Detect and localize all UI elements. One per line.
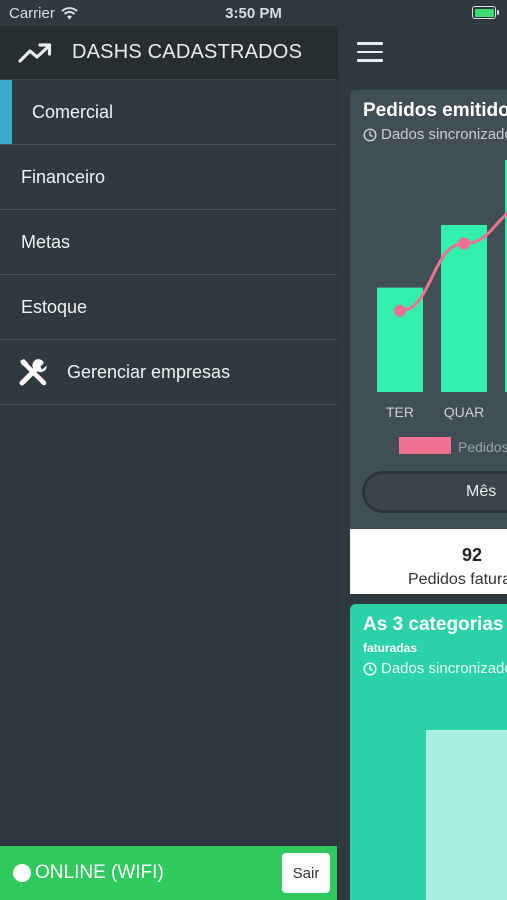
battery-icon (472, 6, 499, 19)
navigation-drawer: DASHS CADASTRADOS Comercial Financeiro M… (0, 26, 337, 900)
menu-item-label: Estoque (21, 296, 88, 317)
card-title: As 3 categorias (363, 614, 504, 635)
x-axis-label: TER (386, 404, 414, 420)
drawer-header: DASHS CADASTRADOS (0, 26, 337, 80)
stat-label: Pedidos faturados (408, 571, 507, 588)
period-selector: Mês (362, 471, 507, 513)
battery-tip (497, 10, 499, 15)
orders-chart-card: Pedidos emitidos Dados sincronizados Ped… (350, 90, 507, 529)
menu-item-gerenciar-empresas[interactable]: Gerenciar empresas (0, 340, 337, 405)
connection-footer: ONLINE (WIFI) Sair (0, 846, 337, 900)
category-bar (426, 730, 507, 900)
clock: 3:50 PM (225, 5, 282, 22)
menu-icon[interactable] (357, 42, 383, 62)
drawer-title: DASHS CADASTRADOS (72, 41, 303, 63)
clock-icon (363, 661, 377, 676)
menu-item-comercial[interactable]: Comercial (0, 80, 337, 145)
online-indicator-icon (13, 864, 31, 882)
sync-info: Dados sincronizados (363, 660, 507, 677)
orders-chart (377, 160, 507, 392)
x-axis-label: QUAR (443, 404, 485, 420)
card-caption: faturadas (363, 641, 418, 655)
menu-item-label: Gerenciar empresas (67, 361, 231, 382)
connection-status: ONLINE (WIFI) (35, 862, 164, 883)
period-month-button[interactable]: Mês (365, 474, 507, 510)
logout-button[interactable]: Sair (282, 853, 330, 893)
app-screen: Carrier 3:50 PM DASHS CADASTRADOS Comerc… (0, 0, 507, 900)
menu-item-label: Metas (21, 231, 71, 252)
menu-item-label: Comercial (32, 101, 114, 122)
legend-swatch (399, 437, 451, 454)
categories-card: As 3 categorias faturadas Dados sincroni… (350, 604, 507, 900)
main-content: Pedidos emitidos Dados sincronizados Ped… (337, 26, 507, 900)
menu-item-metas[interactable]: Metas (0, 210, 337, 275)
chart-point (458, 237, 470, 250)
tools-icon (19, 359, 47, 386)
sync-text: Dados sincronizados (381, 660, 507, 677)
invoiced-orders-stat: 92 Pedidos faturados (350, 529, 507, 594)
chart-point (394, 304, 406, 317)
trending-up-icon (18, 42, 52, 63)
stat-value: 92 (461, 545, 483, 565)
legend-label: Pedidos (458, 439, 507, 455)
period-label: Mês (466, 483, 497, 500)
menu-item-label: Financeiro (21, 166, 106, 187)
battery-level (474, 8, 494, 17)
menu-item-financeiro[interactable]: Financeiro (0, 145, 337, 210)
status-bar: Carrier 3:50 PM (0, 0, 507, 26)
menu-item-estoque[interactable]: Estoque (0, 275, 337, 340)
